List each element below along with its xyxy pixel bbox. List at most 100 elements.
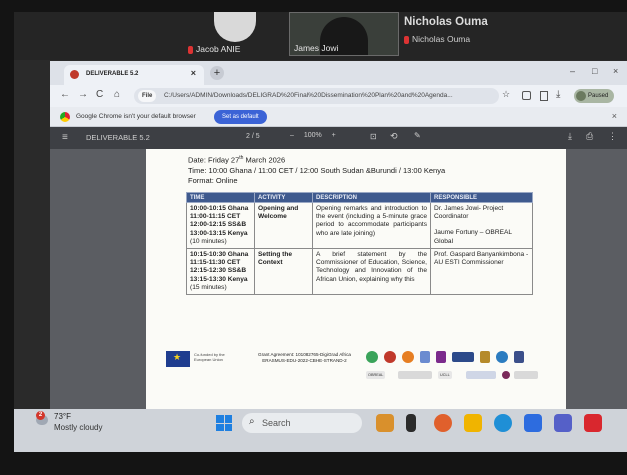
obreal-logo: OBREAL — [366, 371, 386, 379]
photo-frame: Jacob ANIE James Jowi Nicholas Ouma Nich… — [0, 0, 627, 475]
pdf-title: DELIVERABLE 5.2 — [86, 133, 150, 142]
activity-cell: Opening and Welcome — [254, 201, 313, 250]
default-browser-infobar: Google Chrome isn't your default browser… — [50, 107, 627, 127]
partner-logo — [402, 351, 414, 363]
browser-window: DELIVERABLE 5.2 × + – □ × ← → C ⌂ File C… — [50, 61, 627, 409]
partner-logo — [496, 351, 508, 363]
column-header: ACTIVITY — [254, 192, 313, 203]
home-button[interactable]: ⌂ — [114, 89, 120, 100]
table-row: 10:15-10:30 Ghana 11:15-11:30 CET 12:15-… — [186, 248, 533, 296]
pdf-page: Date: Friday 27th March 2026 Time: 10:00… — [146, 149, 566, 409]
infobar-message: Google Chrome isn't your default browser — [76, 113, 196, 120]
partner-logo — [384, 351, 396, 363]
search-placeholder: Search — [262, 418, 291, 428]
back-button[interactable]: ← — [60, 89, 70, 100]
taskbar-app-icon[interactable] — [376, 414, 394, 432]
taskbar-search[interactable]: ⌕ Search — [242, 413, 362, 433]
description-cell: Opening remarks and introduction to the … — [312, 201, 431, 250]
weather-description[interactable]: Mostly cloudy — [54, 423, 102, 432]
edge-icon[interactable] — [494, 414, 512, 432]
task-view-icon[interactable] — [406, 414, 416, 432]
partner-logo — [514, 351, 524, 363]
tab-deliverable[interactable]: DELIVERABLE 5.2 × — [64, 65, 204, 85]
document-footer: Co-funded by the European Union Grant Ag… — [166, 349, 546, 395]
address-bar[interactable]: File C:/Users/ADMIN/Downloads/DELIGRAD%2… — [134, 88, 499, 104]
partner-logo — [480, 351, 490, 363]
maximize-button[interactable]: □ — [592, 66, 597, 76]
forward-button[interactable]: → — [78, 89, 88, 100]
infobar-close-icon[interactable]: × — [612, 111, 617, 121]
tab-title: DELIVERABLE 5.2 — [86, 71, 139, 77]
url-text: C:/Users/ADMIN/Downloads/DELIGRAD%20Fina… — [164, 92, 453, 99]
bookmark-star-icon[interactable]: ☆ — [502, 89, 510, 100]
table-header-row: TIME ACTIVITY DESCRIPTION RESPONSIBLE — [186, 192, 533, 203]
participant-tile-jacob[interactable]: Jacob ANIE — [174, 12, 284, 56]
participant-name: Jacob ANIE — [196, 44, 241, 54]
draw-icon[interactable]: ✎ — [414, 131, 421, 140]
partner-logo — [398, 371, 432, 379]
pdf-favicon-icon — [70, 70, 79, 79]
responsible-cell: Dr. James Jowi- Project Coordinator Jaum… — [430, 201, 533, 250]
more-options-icon[interactable]: ⋮ — [608, 131, 617, 142]
tab-strip: DELIVERABLE 5.2 × + – □ × — [50, 61, 627, 85]
set-as-default-button[interactable]: Set as default — [214, 110, 267, 124]
partner-logo — [514, 371, 538, 379]
video-call-strip: Jacob ANIE James Jowi Nicholas Ouma Nich… — [14, 12, 627, 60]
taskbar-app-icon[interactable] — [524, 414, 542, 432]
active-speaker-name: Nicholas Ouma — [404, 16, 488, 28]
table-row: 10:00-10:15 Ghana 11:00-11:15 CET 12:00-… — [186, 201, 533, 250]
partner-logo — [466, 371, 496, 379]
pdf-toolbar: ≡ DELIVERABLE 5.2 2 / 5 – 100% + ⊡ ⟲ ✎ ⤓… — [50, 127, 627, 149]
profile-paused-button[interactable]: Paused — [574, 89, 615, 103]
avatar — [214, 12, 256, 42]
description-cell: A brief statement by the Commissioner of… — [312, 248, 431, 296]
fit-page-icon[interactable]: ⊡ — [370, 132, 377, 141]
monitor-screen: Jacob ANIE James Jowi Nicholas Ouma Nich… — [14, 12, 627, 452]
windows-start-icon[interactable] — [216, 415, 232, 431]
navigation-bar: ← → C ⌂ File C:/Users/ADMIN/Downloads/DE… — [50, 85, 627, 107]
mic-off-icon — [404, 35, 409, 44]
eu-flag-logo — [166, 351, 190, 367]
weather-temperature[interactable]: 73°F — [54, 412, 71, 421]
partner-logo — [366, 351, 378, 363]
zoom-controls[interactable]: – 100% + — [290, 132, 336, 139]
windows-taskbar: 2 73°F Mostly cloudy ⌕ Search — [14, 409, 627, 452]
partner-logo — [502, 371, 510, 379]
chrome-taskbar-icon[interactable] — [434, 414, 452, 432]
column-header: TIME — [186, 192, 255, 203]
event-details: Date: Friday 27th March 2026 Time: 10:00… — [188, 153, 445, 186]
participant-tile-james[interactable]: James Jowi — [289, 12, 399, 56]
file-explorer-icon[interactable] — [464, 414, 482, 432]
file-scheme-chip[interactable]: File — [138, 90, 157, 102]
close-window-button[interactable]: × — [613, 66, 618, 76]
responsible-cell: Prof. Gaspard Banyankimbona - AU ESTI Co… — [430, 248, 533, 296]
teams-icon[interactable] — [554, 414, 572, 432]
time-cell: 10:15-10:30 Ghana 11:15-11:30 CET 12:15-… — [186, 248, 255, 296]
eu-cofunded-text: Co-funded by the European Union — [194, 352, 225, 362]
reload-button[interactable]: C — [96, 89, 103, 100]
pdf-viewer: ≡ DELIVERABLE 5.2 2 / 5 – 100% + ⊡ ⟲ ✎ ⤓… — [50, 127, 627, 409]
print-icon[interactable]: ⎙ — [586, 131, 593, 142]
youtube-icon[interactable] — [584, 414, 602, 432]
menu-icon[interactable]: ≡ — [62, 132, 68, 143]
tab-close-icon[interactable]: × — [191, 68, 196, 78]
partner-logo — [452, 352, 474, 362]
notification-badge: 2 — [36, 411, 45, 420]
new-tab-button[interactable]: + — [210, 66, 224, 80]
page-counter[interactable]: 2 / 5 — [246, 133, 260, 140]
profile-avatar — [576, 91, 586, 101]
side-panel-icon[interactable] — [540, 91, 548, 101]
pdf-download-icon[interactable]: ⤓ — [568, 131, 572, 142]
column-header: DESCRIPTION — [312, 192, 431, 203]
download-icon[interactable]: ⤓ — [556, 89, 560, 100]
rotate-icon[interactable]: ⟲ — [390, 131, 398, 142]
chrome-icon — [60, 112, 70, 122]
extensions-icon[interactable] — [522, 91, 531, 100]
search-icon: ⌕ — [249, 416, 255, 427]
participant-tile-nicholas[interactable]: Nicholas Ouma Nicholas Ouma — [404, 12, 604, 56]
grant-agreement: Grant Agreement: 101082765-DigiGrad Afri… — [258, 352, 351, 363]
event-time: Time: 10:00 Ghana / 11:00 CET / 12:00 So… — [188, 165, 446, 175]
minimize-button[interactable]: – — [570, 66, 575, 76]
partner-logo — [420, 351, 430, 363]
column-header: RESPONSIBLE — [430, 192, 533, 203]
